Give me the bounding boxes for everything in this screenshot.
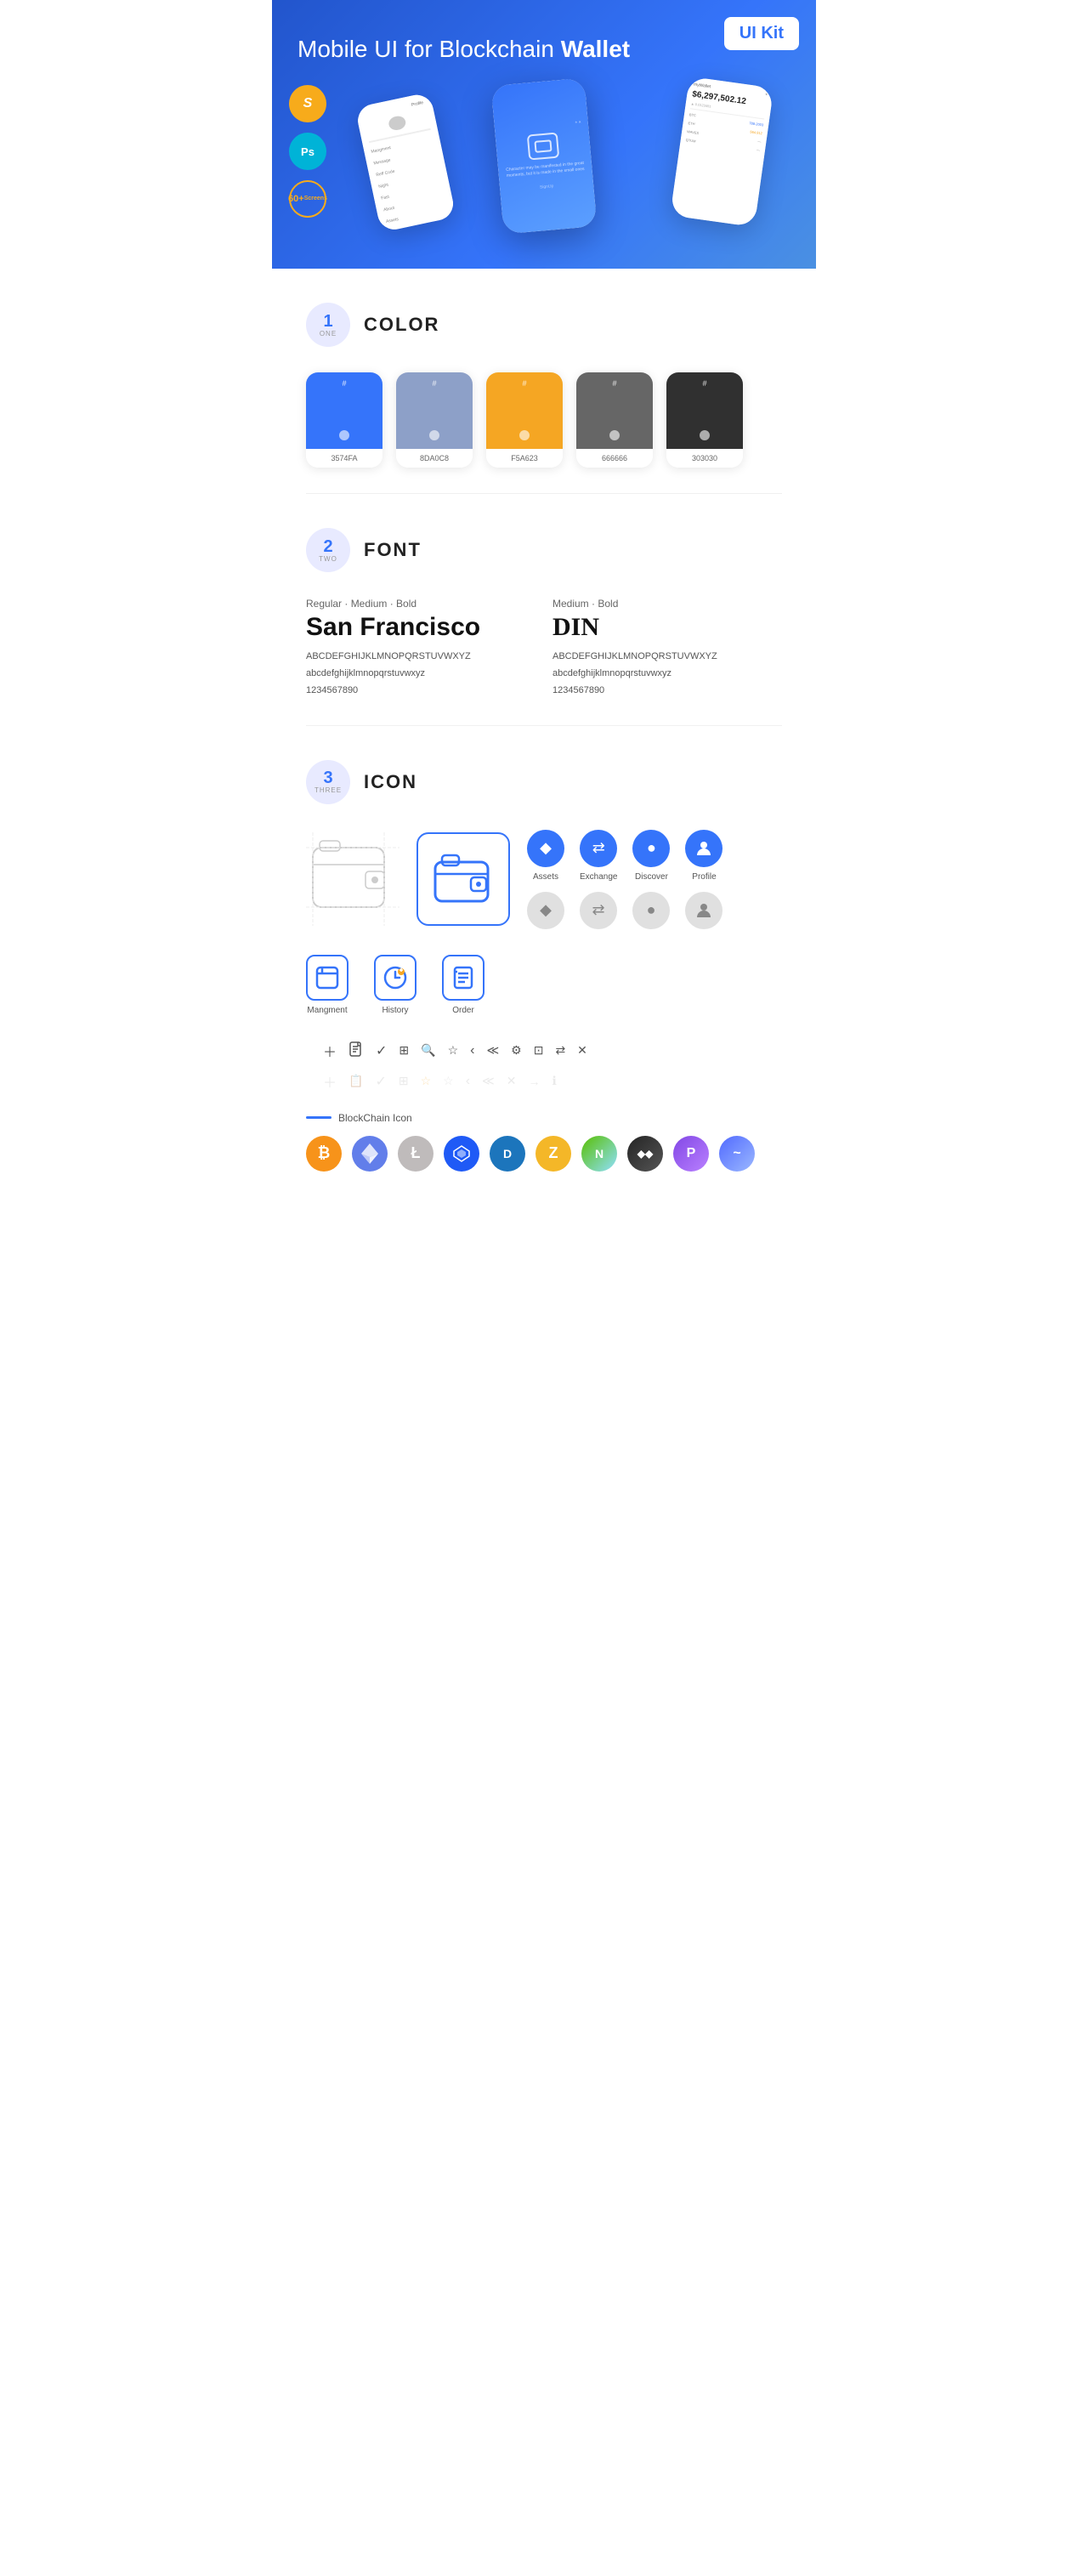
grid-icon: ⊞ bbox=[399, 1043, 409, 1058]
font-section-num: 2 TWO bbox=[306, 528, 350, 572]
management-label: Mangment bbox=[307, 1006, 347, 1015]
doc-icon bbox=[348, 1041, 364, 1059]
doc-icon-gray: 📋 bbox=[348, 1074, 363, 1088]
share-icon: ≪ bbox=[486, 1043, 499, 1058]
search-icon-gray: ☆ bbox=[421, 1074, 432, 1088]
share-icon-gray: ≪ bbox=[482, 1074, 495, 1088]
back-icon-gray: ‹ bbox=[466, 1074, 470, 1089]
icon-section: 3 THREE ICON bbox=[272, 726, 816, 1197]
icon-construction-grid: ◆ Assets ⇄ Exchange ● Discover bbox=[306, 830, 782, 929]
eth-icon bbox=[352, 1136, 388, 1172]
export-icon-gray: → bbox=[528, 1075, 540, 1088]
order-icon bbox=[442, 955, 484, 1001]
hero-section: Mobile UI for Blockchain Wallet UI Kit S… bbox=[272, 0, 816, 269]
iota-icon: ◆◆ bbox=[627, 1136, 663, 1172]
icon-section-title: ICON bbox=[364, 771, 417, 793]
blockchain-label: BlockChain Icon bbox=[338, 1112, 412, 1124]
nav-icon-assets-gray: ◆ bbox=[527, 892, 564, 929]
blockchain-line bbox=[306, 1116, 332, 1119]
wallet-wireframe bbox=[306, 832, 400, 926]
history-icon bbox=[374, 955, 416, 1001]
font-section: 2 TWO FONT Regular · Medium · Bold San F… bbox=[272, 494, 816, 724]
settings-icon-gray: ✕ bbox=[507, 1074, 517, 1088]
color-swatch-orange: # F5A623 bbox=[486, 372, 563, 468]
fonts-grid: Regular · Medium · Bold San Francisco AB… bbox=[306, 598, 782, 699]
swap-icon: ⇄ bbox=[555, 1043, 565, 1058]
nav-icons-group: ◆ Assets ⇄ Exchange ● Discover bbox=[527, 830, 722, 929]
font-section-title: FONT bbox=[364, 539, 422, 561]
phone-right: myWallet+ $6,297,502.12 ▲ 0.0123451 BTC7… bbox=[670, 77, 774, 227]
phone-left: Profile Mangment Message Reff Code Night… bbox=[354, 92, 456, 232]
ltc-icon: Ł bbox=[398, 1136, 434, 1172]
history-icon-group: History bbox=[374, 955, 416, 1015]
neo-icon: N bbox=[581, 1136, 617, 1172]
color-section-header: 1 ONE COLOR bbox=[306, 303, 782, 347]
nav-icon-discover: ● Discover bbox=[632, 830, 670, 882]
order-icon-group: Order bbox=[442, 955, 484, 1015]
swap-icon-gray: ℹ bbox=[552, 1074, 556, 1088]
color-swatch-dark: # 303030 bbox=[666, 372, 743, 468]
color-swatch-slate: # 8DA0C8 bbox=[396, 372, 473, 468]
nav-icon-profile-gray bbox=[685, 892, 722, 929]
phone-mockups: Profile Mangment Message Reff Code Night… bbox=[298, 82, 790, 218]
misc-icons-active: ＋ ✓ ⊞ 🔍 ☆ ‹ ≪ ⚙ ⊡ ⇄ bbox=[323, 1041, 587, 1061]
grid-icon-gray: ⊞ bbox=[399, 1074, 409, 1088]
ui-kit-badge: UI Kit bbox=[724, 17, 799, 50]
close-icon: ✕ bbox=[577, 1043, 587, 1058]
icon-section-header: 3 THREE ICON bbox=[306, 760, 782, 804]
wallet-icon-colored bbox=[416, 832, 510, 926]
font-sf: Regular · Medium · Bold San Francisco AB… bbox=[306, 598, 536, 699]
check-icon-gray: ✓ bbox=[375, 1073, 386, 1090]
btc-icon: ₿ bbox=[306, 1136, 342, 1172]
history-label: History bbox=[382, 1006, 408, 1015]
phone-center: + × Character may be manifested in the g… bbox=[491, 78, 598, 235]
star-icon: ☆ bbox=[448, 1043, 459, 1058]
blockchain-label-row: BlockChain Icon bbox=[306, 1112, 782, 1124]
order-label: Order bbox=[452, 1006, 474, 1015]
color-swatch-blue: # 3574FA bbox=[306, 372, 382, 468]
misc-icons-group: ＋ ✓ ⊞ 🔍 ☆ ‹ ≪ ⚙ ⊡ ⇄ bbox=[323, 1041, 587, 1092]
color-swatch-gray: # 666666 bbox=[576, 372, 653, 468]
waves-icon bbox=[444, 1136, 479, 1172]
star-icon-gray: ☆ bbox=[443, 1074, 454, 1088]
back-icon: ‹ bbox=[470, 1043, 474, 1058]
color-swatches-grid: # 3574FA # 8DA0C8 # F5A623 # 666666 bbox=[306, 372, 782, 468]
pol-icon: P bbox=[673, 1136, 709, 1172]
app-icons-row: Mangment History bbox=[306, 955, 782, 1092]
font-section-header: 2 TWO FONT bbox=[306, 528, 782, 572]
export-icon: ⊡ bbox=[534, 1043, 544, 1058]
hero-title: Mobile UI for Blockchain Wallet bbox=[298, 34, 790, 65]
color-section-num: 1 ONE bbox=[306, 303, 350, 347]
nav-icons-active-row: ◆ Assets ⇄ Exchange ● Discover bbox=[527, 830, 722, 882]
check-icon: ✓ bbox=[376, 1042, 387, 1059]
color-section: 1 ONE COLOR # 3574FA # 8DA0C8 # F5A623 bbox=[272, 269, 816, 493]
color-section-title: COLOR bbox=[364, 314, 439, 336]
font-din: Medium · Bold DIN ABCDEFGHIJKLMNOPQRSTUV… bbox=[552, 598, 782, 699]
management-icon bbox=[306, 955, 348, 1001]
plus-icon[interactable]: ＋ bbox=[323, 1041, 337, 1061]
nav-icon-exchange-gray: ⇄ bbox=[580, 892, 617, 929]
nav-icon-assets: ◆ Assets bbox=[527, 830, 564, 882]
nav-icon-profile: Profile bbox=[685, 830, 722, 882]
management-icon-group: Mangment bbox=[306, 955, 348, 1015]
settings-icon: ⚙ bbox=[511, 1043, 522, 1058]
icon-section-num: 3 THREE bbox=[306, 760, 350, 804]
crypto-icons-row: ₿ Ł D Z N ◆◆ P ~ bbox=[306, 1136, 782, 1172]
nav-icons-gray-row: ◆ ⇄ ● bbox=[527, 892, 722, 929]
search-icon: 🔍 bbox=[421, 1043, 435, 1058]
plus-icon-gray: ＋ bbox=[323, 1071, 337, 1092]
dash-icon: D bbox=[490, 1136, 525, 1172]
nav-icon-exchange: ⇄ Exchange bbox=[580, 830, 617, 882]
misc-icons-gray: ＋ 📋 ✓ ⊞ ☆ ☆ ‹ ≪ ✕ → ℹ bbox=[323, 1071, 587, 1092]
nav-icon-discover-gray: ● bbox=[632, 892, 670, 929]
band-icon: ~ bbox=[719, 1136, 755, 1172]
zcash-icon: Z bbox=[536, 1136, 571, 1172]
